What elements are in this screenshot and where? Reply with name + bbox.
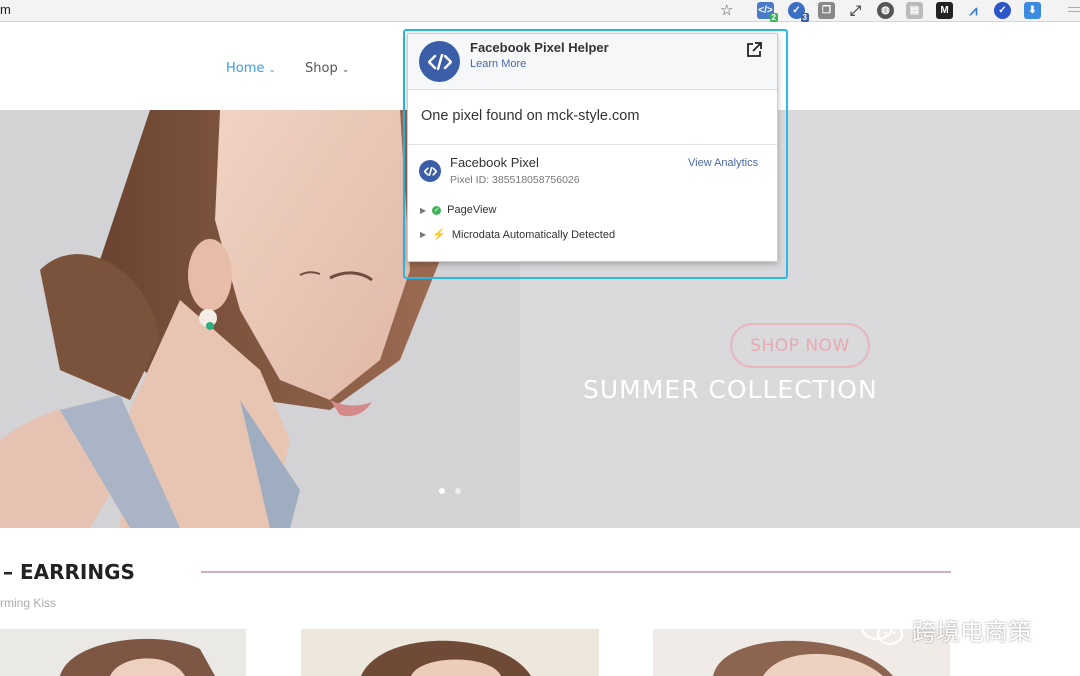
nav-shop[interactable]: Shop ⌄ (305, 61, 349, 76)
pixel-found-text: One pixel found on mck-style.com (421, 108, 640, 124)
m-extension-icon[interactable]: M (936, 2, 953, 19)
divider (408, 144, 777, 145)
slider-dot-active[interactable] (439, 488, 445, 494)
view-analytics-link[interactable]: View Analytics (688, 157, 758, 169)
check-shield-extension-icon[interactable]: ✓ (994, 2, 1011, 19)
fullscreen-extension-icon[interactable]: ⤢ (847, 2, 864, 19)
pixel-helper-extension-icon[interactable]: </> 2 (757, 2, 778, 22)
globe-extension-icon[interactable]: ◍ (877, 2, 894, 19)
pixel-id: Pixel ID: 385518058756026 (450, 174, 580, 186)
bookmark-star-icon[interactable]: ☆ (720, 1, 733, 19)
product-thumbnail[interactable] (0, 629, 246, 676)
hero-title: SUMMER COLLECTION (583, 375, 878, 404)
extension-badge: 2 (769, 13, 778, 22)
section-subtitle: rming Kiss (0, 596, 57, 610)
event-label: Microdata Automatically Detected (451, 228, 616, 241)
product-image (60, 638, 215, 676)
pin-extension-icon[interactable]: ▤ (906, 2, 923, 19)
pixel-name: Facebook Pixel (450, 155, 539, 170)
product-image (361, 640, 531, 676)
chevron-down-icon: ⌄ (341, 65, 350, 75)
lightning-icon: ⚡ (432, 229, 446, 241)
code-icon (419, 160, 441, 182)
event-label: PageView (447, 204, 497, 216)
nav-home[interactable]: Home ⌄ (226, 61, 276, 76)
slider-dot[interactable] (455, 488, 461, 494)
learn-more-link[interactable]: Learn More (470, 58, 526, 70)
code-icon (419, 41, 460, 82)
shop-now-button[interactable]: SHOP NOW (730, 323, 870, 368)
address-bar-text[interactable]: m (0, 2, 11, 17)
chevron-down-icon: ⌄ (268, 65, 276, 75)
popup-header: Facebook Pixel Helper Learn More (408, 34, 777, 90)
tag-assistant-extension-icon[interactable]: ✓ 3 (788, 2, 809, 22)
menu-icon[interactable] (1068, 7, 1080, 8)
watermark-text: 跨境电商策 (912, 618, 1032, 646)
extension-badge: 3 (800, 13, 809, 22)
section-divider (201, 571, 951, 573)
external-link-icon[interactable] (745, 41, 763, 59)
section-title: – EARRINGS (3, 560, 135, 584)
wave-extension-icon[interactable]: ⩘ (965, 2, 982, 19)
browser-toolbar: m ☆ </> 2 ✓ 3 ❐ ⤢ ◍ ▤ M ⩘ ✓ ⬇ (0, 0, 1080, 22)
product-thumbnail[interactable] (301, 629, 599, 676)
expand-triangle-icon[interactable]: ▶ (420, 206, 426, 215)
check-circle-icon: ✓ (432, 205, 442, 215)
event-row-microdata[interactable]: ▶ ⚡ Microdata Automatically Detected (420, 228, 616, 242)
event-row-pageview[interactable]: ▶ ✓ PageView (420, 204, 497, 216)
download-extension-icon[interactable]: ⬇ (1024, 2, 1041, 19)
expand-triangle-icon[interactable]: ▶ (420, 230, 426, 239)
pixel-helper-popup: Facebook Pixel Helper Learn More One pix… (407, 33, 778, 262)
copy-extension-icon[interactable]: ❐ (818, 2, 835, 19)
watermark: 跨境电商策 (860, 612, 1032, 647)
nav-shop-label: Shop (305, 61, 338, 76)
wechat-icon (860, 613, 904, 645)
nav-home-label: Home (226, 61, 265, 76)
popup-title: Facebook Pixel Helper (470, 40, 609, 55)
